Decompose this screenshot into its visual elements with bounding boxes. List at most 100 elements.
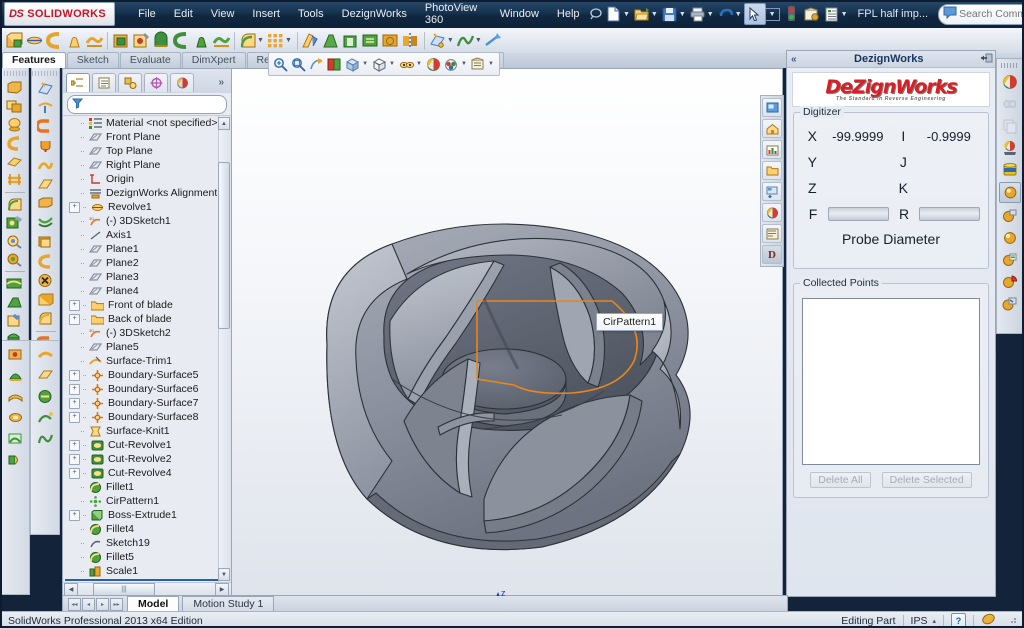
delete-selected-button[interactable]: Delete Selected	[881, 472, 972, 488]
measure-rail-icon[interactable]	[4, 251, 26, 268]
feature-tree-item[interactable]: ·· Surface-Trim1	[63, 354, 231, 368]
copy-icon[interactable]	[1000, 116, 1020, 135]
impeller-model[interactable]	[232, 69, 782, 596]
mate-icon[interactable]	[1000, 94, 1020, 113]
feature-tree-item[interactable]: ·· Plane1	[63, 242, 231, 256]
feature-tree-item[interactable]: + ·· Front of blade	[63, 298, 231, 312]
revolved-boss-base-icon[interactable]	[24, 31, 44, 51]
reference-geometry-icon[interactable]	[428, 31, 448, 51]
save-caret[interactable]: ▼	[679, 11, 686, 18]
right-rail-grip[interactable]	[1001, 63, 1019, 68]
menu-window[interactable]: Window	[491, 5, 548, 23]
display-manager-icon[interactable]	[170, 72, 194, 92]
dezignworks-active-tab-icon[interactable]: D	[762, 245, 782, 264]
feature-tree-item[interactable]: + ·· Boss-Extrude1	[63, 508, 231, 522]
custom-properties-icon[interactable]	[762, 203, 782, 222]
surface-fill-lower-icon[interactable]	[34, 344, 56, 364]
tab-model[interactable]: Model	[127, 596, 180, 612]
nav-prev-button[interactable]: ◂	[82, 597, 95, 611]
status-help-icon[interactable]: ?	[951, 613, 966, 628]
expand-toggle[interactable]: +	[69, 397, 80, 409]
feature-manager-expand[interactable]: »	[218, 77, 229, 88]
file-explorer-icon[interactable]	[762, 140, 782, 159]
hide-show-items-icon[interactable]	[398, 55, 415, 73]
view-orientation-icon[interactable]	[344, 55, 361, 73]
rollback-bar[interactable]	[65, 579, 219, 581]
surface-thicken-lower-icon[interactable]	[34, 386, 56, 406]
feature-tree-item[interactable]: ·· Fillet4	[63, 522, 231, 536]
revolved-surface-rail-icon[interactable]	[35, 137, 57, 155]
pin-menu-icon[interactable]	[589, 4, 604, 24]
status-units[interactable]: IPS	[911, 615, 928, 627]
dimxpert-manager-icon[interactable]	[144, 72, 168, 92]
feature-tree-item[interactable]: ·· 3D (-) 3DSketch2	[63, 326, 231, 340]
print-caret[interactable]: ▼	[707, 11, 714, 18]
scene-icon[interactable]	[1000, 160, 1020, 179]
tree-scroll-down[interactable]: ▼	[218, 568, 230, 581]
sun-icon[interactable]	[1000, 228, 1020, 247]
previous-view-icon[interactable]	[308, 55, 325, 73]
resize-grip[interactable]	[1006, 613, 1018, 628]
extruded-cut-icon[interactable]	[111, 31, 131, 51]
linear-pattern-icon[interactable]	[266, 31, 286, 51]
dome-lower-icon[interactable]	[4, 365, 26, 385]
revolved-boss-rail-icon[interactable]	[4, 116, 26, 133]
delete-all-button[interactable]: Delete All	[810, 472, 871, 488]
options-icon[interactable]	[802, 4, 822, 24]
tab-motion-study-1[interactable]: Motion Study 1	[182, 596, 275, 612]
revolved-cut-icon[interactable]	[151, 31, 171, 51]
view-palette-icon[interactable]	[762, 161, 782, 180]
instant3d-rail-icon[interactable]	[35, 99, 57, 117]
draft-rail-icon[interactable]	[4, 293, 26, 310]
menu-file[interactable]: File	[129, 5, 165, 23]
extruded-boss-base-icon[interactable]	[4, 31, 24, 51]
new-document-icon[interactable]	[604, 4, 624, 24]
lofted-boss-rail-icon[interactable]	[4, 153, 26, 170]
walk-through-icon[interactable]	[1000, 250, 1020, 269]
swept-boss-base-icon[interactable]	[44, 31, 64, 51]
extruded-boss-icon[interactable]	[4, 79, 26, 96]
search-input[interactable]	[957, 7, 1024, 21]
rebuild-icon[interactable]	[782, 4, 802, 24]
pattern-rail-icon[interactable]	[4, 232, 26, 249]
display-style-caret[interactable]: ▼	[389, 61, 395, 67]
property-manager-icon[interactable]	[92, 72, 116, 92]
feature-tree-item[interactable]: + ·· Boundary-Surface6	[63, 382, 231, 396]
curves-lower-icon[interactable]	[34, 407, 56, 427]
undo-caret[interactable]: ▼	[735, 11, 742, 18]
expand-toggle[interactable]: +	[69, 411, 80, 423]
menu-insert[interactable]: Insert	[243, 5, 289, 23]
hole-wizard-icon[interactable]	[131, 31, 151, 51]
zoom-to-fit-icon[interactable]	[272, 55, 289, 73]
draft-icon[interactable]	[321, 31, 341, 51]
feature-tree-item[interactable]: ·· Sketch19	[63, 536, 231, 550]
feature-tree-hscroll[interactable]: ◀ ||| ▶	[63, 582, 231, 596]
community-search-box[interactable]: ▼	[938, 3, 1024, 25]
menu-view[interactable]: View	[202, 5, 244, 23]
freeform-lower-icon[interactable]	[4, 386, 26, 406]
curves-caret[interactable]: ▼	[475, 37, 482, 44]
boundary-cut-icon[interactable]	[211, 31, 231, 51]
feature-filter-row[interactable]	[67, 95, 227, 114]
feature-tree-item[interactable]: + ·· Boundary-Surface8	[63, 410, 231, 424]
menu-photoview360[interactable]: PhotoView 360	[416, 0, 491, 29]
menu-help[interactable]: Help	[548, 5, 589, 23]
nav-first-button[interactable]: ◂◂	[68, 597, 81, 611]
undo-icon[interactable]	[716, 4, 736, 24]
rail2-grip[interactable]	[32, 71, 59, 77]
lofted-boss-base-icon[interactable]	[64, 31, 84, 51]
feature-tree-item[interactable]: ·· Plane3	[63, 270, 231, 284]
rib-rail-icon[interactable]	[4, 275, 26, 292]
fillet-caret[interactable]: ▼	[257, 37, 264, 44]
reference-geometry-rail-icon[interactable]	[35, 79, 57, 97]
lighting-icon[interactable]	[999, 182, 1021, 203]
tab-sketch[interactable]: Sketch	[66, 52, 119, 68]
reference-geometry-caret[interactable]: ▼	[447, 37, 454, 44]
dezignworks-tab-icon[interactable]	[762, 224, 782, 243]
feature-tree-item[interactable]: ·· 3D (-) 3DSketch1	[63, 214, 231, 228]
feature-tree-item[interactable]: + ·· Boundary-Surface7	[63, 396, 231, 410]
rail-grip[interactable]	[1, 71, 28, 77]
expand-toggle[interactable]: +	[69, 509, 80, 521]
expand-toggle[interactable]: +	[69, 299, 80, 311]
select-tool-icon[interactable]	[743, 3, 766, 25]
